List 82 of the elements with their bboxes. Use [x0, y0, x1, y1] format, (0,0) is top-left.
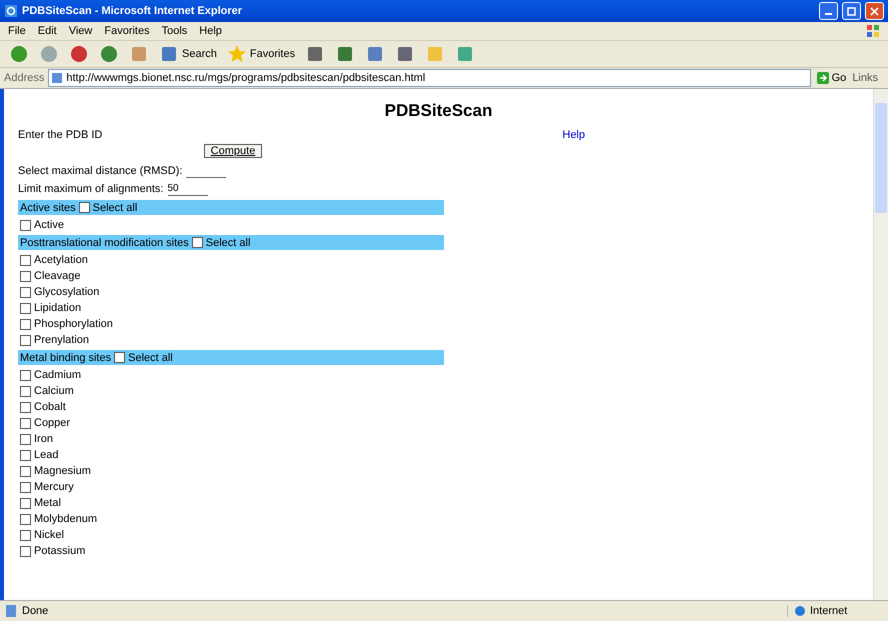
pdb-id-label: Enter the PDB ID	[18, 129, 102, 141]
section-title: Posttranslational modification sites	[20, 236, 189, 248]
checkbox-label: Cadmium	[34, 369, 82, 381]
checkbox[interactable]	[20, 386, 31, 396]
windows-logo-icon	[866, 24, 880, 38]
maximize-button[interactable]	[842, 2, 861, 20]
option-label: Limit maximum of alignments:	[18, 183, 164, 195]
checkbox-label: Metal	[34, 497, 61, 509]
page-icon	[4, 604, 18, 618]
page-title: PDBSiteScan	[384, 101, 494, 121]
star-icon	[226, 44, 247, 64]
menu-item[interactable]: View	[68, 25, 92, 37]
select-all-label: Select all	[128, 352, 173, 364]
checkbox-label: Phosphorylation	[34, 318, 113, 330]
menu-item[interactable]: Edit	[38, 25, 57, 37]
checkbox[interactable]	[20, 220, 31, 230]
select-all-label: Select all	[206, 236, 250, 248]
checkbox-label: Lead	[34, 449, 58, 461]
checkbox[interactable]	[20, 546, 31, 556]
select-all-label: Select all	[92, 202, 138, 214]
checkbox[interactable]	[20, 270, 31, 282]
checkbox-label: Acetylation	[34, 254, 88, 266]
checkbox[interactable]	[20, 530, 31, 540]
minimize-button[interactable]	[819, 2, 838, 20]
checkbox[interactable]	[114, 352, 126, 363]
checkbox[interactable]	[20, 318, 31, 330]
checkbox-label: Iron	[34, 433, 53, 445]
checkbox[interactable]	[20, 402, 31, 412]
checkbox-label: Cleavage	[34, 270, 80, 282]
go-button[interactable]: Go	[814, 72, 848, 84]
checkbox[interactable]	[20, 466, 31, 476]
checkbox-label: Magnesium	[34, 465, 91, 477]
address-field[interactable]: http://wwwmgs.bionet.nsc.ru/mgs/programs/pdbsitescan/pdbsitescan.html	[48, 69, 811, 87]
section-title: Active sites	[20, 202, 76, 214]
checkbox[interactable]	[20, 334, 31, 346]
page-icon	[51, 72, 64, 84]
option-field[interactable]: 50	[168, 182, 208, 196]
checkbox[interactable]	[20, 514, 31, 524]
checkbox-label: Nickel	[34, 529, 64, 541]
favorites-button[interactable]: Favorites	[224, 44, 298, 64]
checkbox[interactable]	[20, 482, 31, 492]
checkbox-label: Copper	[34, 417, 70, 429]
checkbox[interactable]	[20, 450, 31, 460]
browser-icon	[4, 4, 18, 18]
menu-item[interactable]: Favorites	[104, 25, 150, 37]
checkbox-label: Glycosylation	[34, 286, 100, 298]
checkbox[interactable]	[20, 418, 31, 428]
checkbox[interactable]	[20, 254, 31, 266]
scrollbar[interactable]	[873, 89, 888, 600]
minimize-icon	[825, 13, 832, 15]
menu-item[interactable]: File	[8, 25, 26, 37]
compute-button[interactable]: Compute	[204, 144, 262, 158]
links-label[interactable]: Links	[852, 72, 884, 84]
option-label: Select maximal distance (RMSD):	[18, 165, 182, 177]
menu-item[interactable]: Tools	[162, 25, 188, 37]
close-icon	[870, 6, 879, 16]
close-button[interactable]	[865, 2, 884, 20]
checkbox-label: Active	[34, 219, 64, 231]
checkbox[interactable]	[78, 202, 90, 213]
checkbox-label: Calcium	[34, 385, 74, 397]
checkbox-label: Lipidation	[34, 302, 82, 314]
search-button[interactable]: Search	[156, 44, 220, 64]
window-title: PDBSiteScan - Microsoft Internet Explorer	[22, 5, 242, 17]
globe-icon	[794, 605, 806, 617]
section-title: Metal binding sites	[20, 352, 112, 364]
checkbox[interactable]	[20, 286, 31, 298]
checkbox[interactable]	[20, 370, 31, 380]
address-label: Address	[4, 72, 44, 84]
checkbox-label: Mercury	[34, 481, 74, 493]
checkbox[interactable]	[192, 237, 203, 248]
help-link[interactable]: Help	[562, 129, 585, 141]
menu-item[interactable]: Help	[199, 25, 222, 37]
maximize-icon	[847, 6, 856, 16]
checkbox-label: Potassium	[34, 545, 86, 557]
zone-indicator: Internet	[787, 605, 884, 617]
checkbox-label: Molybdenum	[34, 513, 97, 525]
checkbox[interactable]	[20, 302, 31, 314]
status-text: Done	[22, 605, 48, 617]
checkbox[interactable]	[20, 434, 31, 444]
checkbox-label: Prenylation	[34, 334, 90, 346]
checkbox[interactable]	[20, 498, 31, 508]
checkbox-label: Cobalt	[34, 401, 66, 413]
